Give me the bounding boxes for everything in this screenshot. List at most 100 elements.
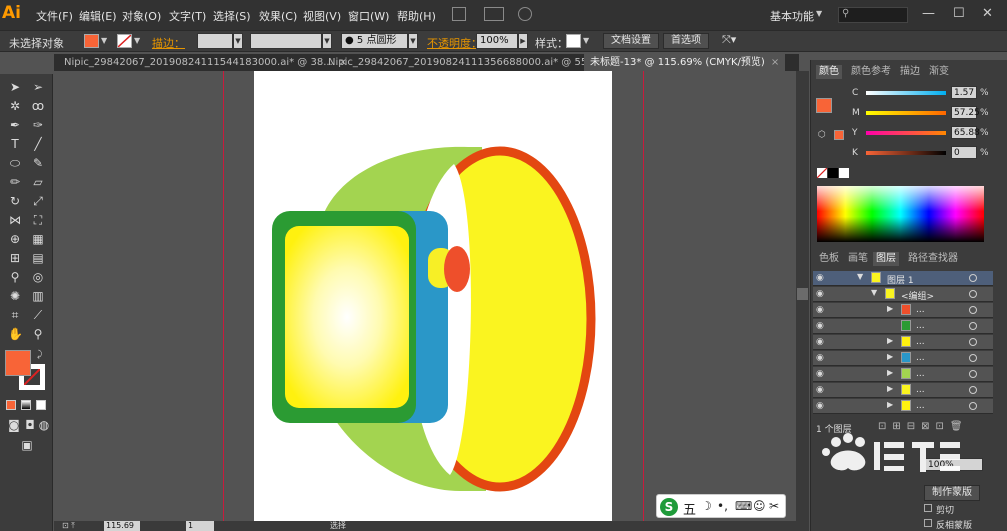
channel-c-value[interactable]: 1.57 <box>951 86 977 99</box>
fill-color-front[interactable] <box>5 350 31 376</box>
expand-chevron-down-icon[interactable]: ▼ <box>857 272 863 281</box>
none-swatch[interactable] <box>817 168 827 178</box>
pen-tool-icon[interactable]: ✒ <box>8 118 22 132</box>
none-mode-icon[interactable] <box>36 400 46 410</box>
item-name[interactable]: ... <box>916 337 925 347</box>
color-mode-icon[interactable] <box>6 400 16 410</box>
column-graph-tool-icon[interactable]: ▥ <box>31 289 45 303</box>
type-tool-icon[interactable]: T <box>8 137 22 151</box>
target-icon[interactable] <box>969 322 977 330</box>
graphic-style-swatch[interactable] <box>566 34 581 48</box>
opacity-input[interactable]: 100% <box>476 33 518 49</box>
out-of-gamut-icon[interactable]: ⬡ <box>818 130 826 140</box>
ellipse-tool-icon[interactable]: ⬭ <box>8 156 22 170</box>
clip-checkbox[interactable] <box>924 504 932 512</box>
item-name[interactable]: ... <box>916 353 925 363</box>
visibility-eye-icon[interactable]: ◉ <box>816 289 828 299</box>
channel-y-value[interactable]: 65.88 <box>951 126 980 139</box>
maximize-icon[interactable]: ☐ <box>953 6 965 21</box>
crown-button[interactable] <box>444 246 470 292</box>
bridge-icon[interactable] <box>452 7 466 21</box>
visibility-eye-icon[interactable]: ◉ <box>816 337 828 347</box>
ime-moon-icon[interactable]: ☽ <box>701 499 712 513</box>
scale-tool-icon[interactable]: ⤢ <box>31 194 45 208</box>
channel-y-slider[interactable] <box>866 131 946 135</box>
tab-color[interactable]: 颜色 <box>816 65 842 79</box>
visibility-eye-icon[interactable]: ◉ <box>816 369 828 379</box>
mesh-tool-icon[interactable]: ⊞ <box>8 251 22 265</box>
opacity-label[interactable]: 不透明度： <box>427 35 482 51</box>
brush-definition[interactable]: ● 5 点圆形 <box>341 33 408 49</box>
screen-mode-icon[interactable]: ▣ <box>17 438 37 452</box>
invert-mask-checkbox[interactable] <box>924 519 932 527</box>
stroke-swatch[interactable] <box>117 34 132 48</box>
hand-tool-icon[interactable]: ✋ <box>8 327 23 341</box>
menu-file[interactable]: 文件(F) <box>36 8 73 24</box>
status-nav-icon[interactable]: ⊡ ⤒ <box>62 521 75 531</box>
magic-wand-tool-icon[interactable]: ✲ <box>8 99 22 113</box>
sync-icon[interactable] <box>518 7 532 21</box>
stroke-weight-dropdown[interactable]: ▼ <box>233 33 243 49</box>
artboard-tool-icon[interactable]: ⌗ <box>8 308 22 322</box>
tab-gradient[interactable]: 渐变 <box>926 65 952 79</box>
opacity-dropdown[interactable]: ▶ <box>518 33 528 49</box>
black-swatch[interactable] <box>828 168 838 178</box>
layer-row-8[interactable]: ◉ ▶ ... <box>813 383 993 398</box>
visibility-eye-icon[interactable]: ◉ <box>816 353 828 363</box>
target-icon[interactable] <box>969 290 977 298</box>
watch-illustration[interactable] <box>254 71 612 521</box>
tab-close-icon[interactable]: × <box>771 57 779 68</box>
document-setup-button[interactable]: 文档设置 <box>603 33 659 49</box>
menu-window[interactable]: 窗口(W) <box>348 8 389 24</box>
layer-row-3[interactable]: ◉ ▶ ... <box>813 303 993 318</box>
expand-chevron-right-icon[interactable]: ▶ <box>887 384 893 393</box>
layer-name[interactable]: 图层 1 <box>887 273 914 286</box>
zoom-input[interactable]: 115.69 <box>104 521 140 531</box>
curvature-tool-icon[interactable]: ✑ <box>31 118 45 132</box>
profile-dropdown[interactable]: ▼ <box>322 33 332 49</box>
item-name[interactable]: ... <box>916 321 925 331</box>
direct-selection-tool-icon[interactable]: ➢ <box>31 80 45 94</box>
tab-swatches[interactable]: 色板 <box>816 252 842 266</box>
lasso-tool-icon[interactable]: ꝏ <box>31 99 45 113</box>
target-icon[interactable] <box>969 274 977 282</box>
channel-m-value[interactable]: 57.25 <box>951 106 980 119</box>
variable-width-profile[interactable] <box>250 33 322 49</box>
paintbrush-tool-icon[interactable]: ✎ <box>31 156 45 170</box>
free-transform-tool-icon[interactable]: ⛶ <box>31 213 45 227</box>
item-name[interactable]: ... <box>916 401 925 411</box>
target-icon[interactable] <box>969 402 977 410</box>
draw-mode-icon[interactable]: ◙ <box>7 418 21 432</box>
visibility-eye-icon[interactable]: ◉ <box>816 401 828 411</box>
fill-swatch[interactable] <box>84 34 99 48</box>
expand-chevron-down-icon[interactable]: ▼ <box>871 288 877 297</box>
stroke-chevron-down-icon[interactable]: ▼ <box>134 36 140 45</box>
preferences-button[interactable]: 首选项 <box>663 33 709 49</box>
style-chevron-down-icon[interactable]: ▼ <box>583 36 589 45</box>
visibility-eye-icon[interactable]: ◉ <box>816 305 828 315</box>
menu-object[interactable]: 对象(O) <box>122 8 161 24</box>
menu-edit[interactable]: 编辑(E) <box>79 8 117 24</box>
menu-help[interactable]: 帮助(H) <box>397 8 436 24</box>
ime-toolbar[interactable]: S 五 ☽ •, ⌨ ☺ ✂ <box>656 494 786 518</box>
shape-builder-tool-icon[interactable]: ⊕ <box>8 232 22 246</box>
target-icon[interactable] <box>969 354 977 362</box>
expand-chevron-right-icon[interactable]: ▶ <box>887 400 893 409</box>
tab-stroke[interactable]: 描边 <box>897 65 923 79</box>
width-tool-icon[interactable]: ⋈ <box>8 213 22 227</box>
zoom-tool-icon[interactable]: ⚲ <box>31 327 45 341</box>
tab-color-guide[interactable]: 颜色参考 <box>848 65 894 79</box>
expand-chevron-right-icon[interactable]: ▶ <box>887 304 893 313</box>
menu-select[interactable]: 选择(S) <box>213 8 251 24</box>
stroke-weight-input[interactable] <box>197 33 233 49</box>
minimize-icon[interactable]: — <box>922 6 935 21</box>
menu-effect[interactable]: 效果(C) <box>259 8 297 24</box>
stroke-weight-label[interactable]: 描边： <box>152 35 185 51</box>
layer-row-9[interactable]: ◉ ▶ ... <box>813 399 993 414</box>
gradient-mode-icon[interactable] <box>21 400 31 410</box>
item-name[interactable]: ... <box>916 305 925 315</box>
tab-document-2[interactable]: Nipic_29842067_20190824111356688000.ai* … <box>322 54 617 71</box>
menu-type[interactable]: 文字(T) <box>169 8 206 24</box>
layer-row-6[interactable]: ◉ ▶ ... <box>813 351 993 366</box>
channel-k-slider[interactable] <box>866 151 946 155</box>
